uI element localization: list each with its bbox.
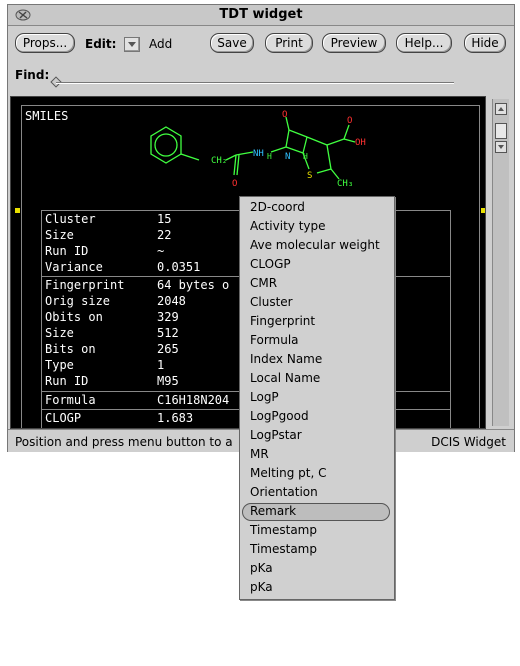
menu-item[interactable]: LogPstar: [250, 427, 302, 443]
menu-item[interactable]: Timestamp: [250, 522, 317, 538]
prop-key: Cluster: [45, 212, 96, 226]
prop-key: Orig size: [45, 294, 111, 308]
status-widget-name: DCIS Widget: [431, 435, 506, 449]
property-context-menu: 2D-coord Activity type Ave molecular wei…: [239, 196, 395, 600]
prop-value: 265: [157, 342, 179, 356]
find-label: Find:: [15, 68, 50, 82]
menu-item[interactable]: LogP: [250, 389, 279, 405]
ch2-label: CH₂: [211, 156, 227, 166]
h2-label: H: [303, 152, 308, 161]
resize-handle-right[interactable]: [481, 208, 485, 213]
preview-button[interactable]: Preview: [322, 33, 386, 53]
hide-button[interactable]: Hide: [464, 33, 506, 53]
print-button[interactable]: Print: [265, 33, 313, 53]
ch3-label: CH₃: [337, 179, 353, 189]
resize-handle-left[interactable]: [15, 208, 20, 213]
props-button[interactable]: Props...: [15, 33, 75, 53]
h1-label: H: [267, 152, 272, 161]
prop-value: 1.683: [157, 411, 194, 425]
edit-menu-dropdown-icon[interactable]: [124, 37, 140, 52]
prop-value: 15: [157, 212, 172, 226]
save-button[interactable]: Save: [210, 33, 254, 53]
ring-nitrogen-label: N: [285, 152, 290, 162]
prop-key: Size: [45, 326, 74, 340]
scroll-up-arrow-icon[interactable]: [495, 103, 507, 115]
menu-item[interactable]: CMR: [250, 275, 277, 291]
menu-item[interactable]: Orientation: [250, 484, 318, 500]
menu-item[interactable]: MR: [250, 446, 269, 462]
menu-item[interactable]: CLOGP: [250, 256, 291, 272]
title-bar[interactable]: TDT widget: [8, 5, 514, 26]
menu-item-selected[interactable]: Remark: [250, 503, 296, 519]
prop-value: M95: [157, 374, 179, 388]
smiles-label: SMILES: [25, 109, 69, 123]
help-button[interactable]: Help...: [396, 33, 452, 53]
menu-item[interactable]: Cluster: [250, 294, 293, 310]
find-input[interactable]: [56, 82, 454, 84]
menu-item[interactable]: 2D-coord: [250, 199, 305, 215]
prop-value: 1: [157, 358, 165, 372]
sulfur-label: S: [307, 171, 312, 181]
prop-key: CLOGP: [45, 411, 82, 425]
menu-item[interactable]: LogPgood: [250, 408, 309, 424]
prop-value: 329: [157, 310, 179, 324]
window-title: TDT widget: [219, 7, 303, 22]
menu-item[interactable]: pKa: [250, 579, 273, 595]
prop-key: Type: [45, 358, 74, 372]
prop-key: Run ID: [45, 374, 89, 388]
prop-key: Obits on: [45, 310, 103, 324]
nh-label: NH: [253, 149, 264, 159]
prop-value: C16H18N204: [157, 393, 230, 407]
add-label[interactable]: Add: [149, 36, 172, 52]
menu-item[interactable]: Formula: [250, 332, 299, 348]
menu-item[interactable]: Local Name: [250, 370, 320, 386]
carbonyl-oxygen-label: O: [232, 179, 237, 189]
acid-oxygen-label: O: [347, 116, 352, 126]
prop-value: ~: [157, 244, 165, 258]
menu-item[interactable]: Fingerprint: [250, 313, 315, 329]
prop-key: Bits on: [45, 342, 96, 356]
menu-item[interactable]: Index Name: [250, 351, 322, 367]
menu-item[interactable]: Melting pt, C: [250, 465, 326, 481]
lactam-oxygen-label: O: [282, 110, 287, 120]
menu-item[interactable]: pKa: [250, 560, 273, 576]
prop-key: Run ID: [45, 244, 89, 258]
menu-item[interactable]: Activity type: [250, 218, 326, 234]
vertical-scrollbar[interactable]: [492, 99, 509, 426]
scroll-thumb[interactable]: [495, 123, 507, 139]
menu-item[interactable]: Timestamp: [250, 541, 317, 557]
prop-key: Formula: [45, 393, 96, 407]
prop-key: Size: [45, 228, 74, 242]
prop-value: 0.0351: [157, 260, 201, 274]
prop-key: Fingerprint: [45, 278, 125, 292]
prop-value: 64 bytes o: [157, 278, 230, 292]
prop-key: Variance: [45, 260, 103, 274]
scroll-down-arrow-icon[interactable]: [495, 141, 507, 153]
menu-item[interactable]: Ave molecular weight: [250, 237, 380, 253]
prop-value: 512: [157, 326, 179, 340]
hydroxyl-label: OH: [355, 138, 366, 148]
molecule-structure-drawing: CH₂ O NH H O H N S CH₃ O OH: [150, 110, 366, 189]
status-message: Position and press menu button to a: [15, 435, 233, 449]
prop-value: 2048: [157, 294, 186, 308]
prop-value: 22: [157, 228, 172, 242]
edit-label: Edit:: [85, 37, 117, 51]
